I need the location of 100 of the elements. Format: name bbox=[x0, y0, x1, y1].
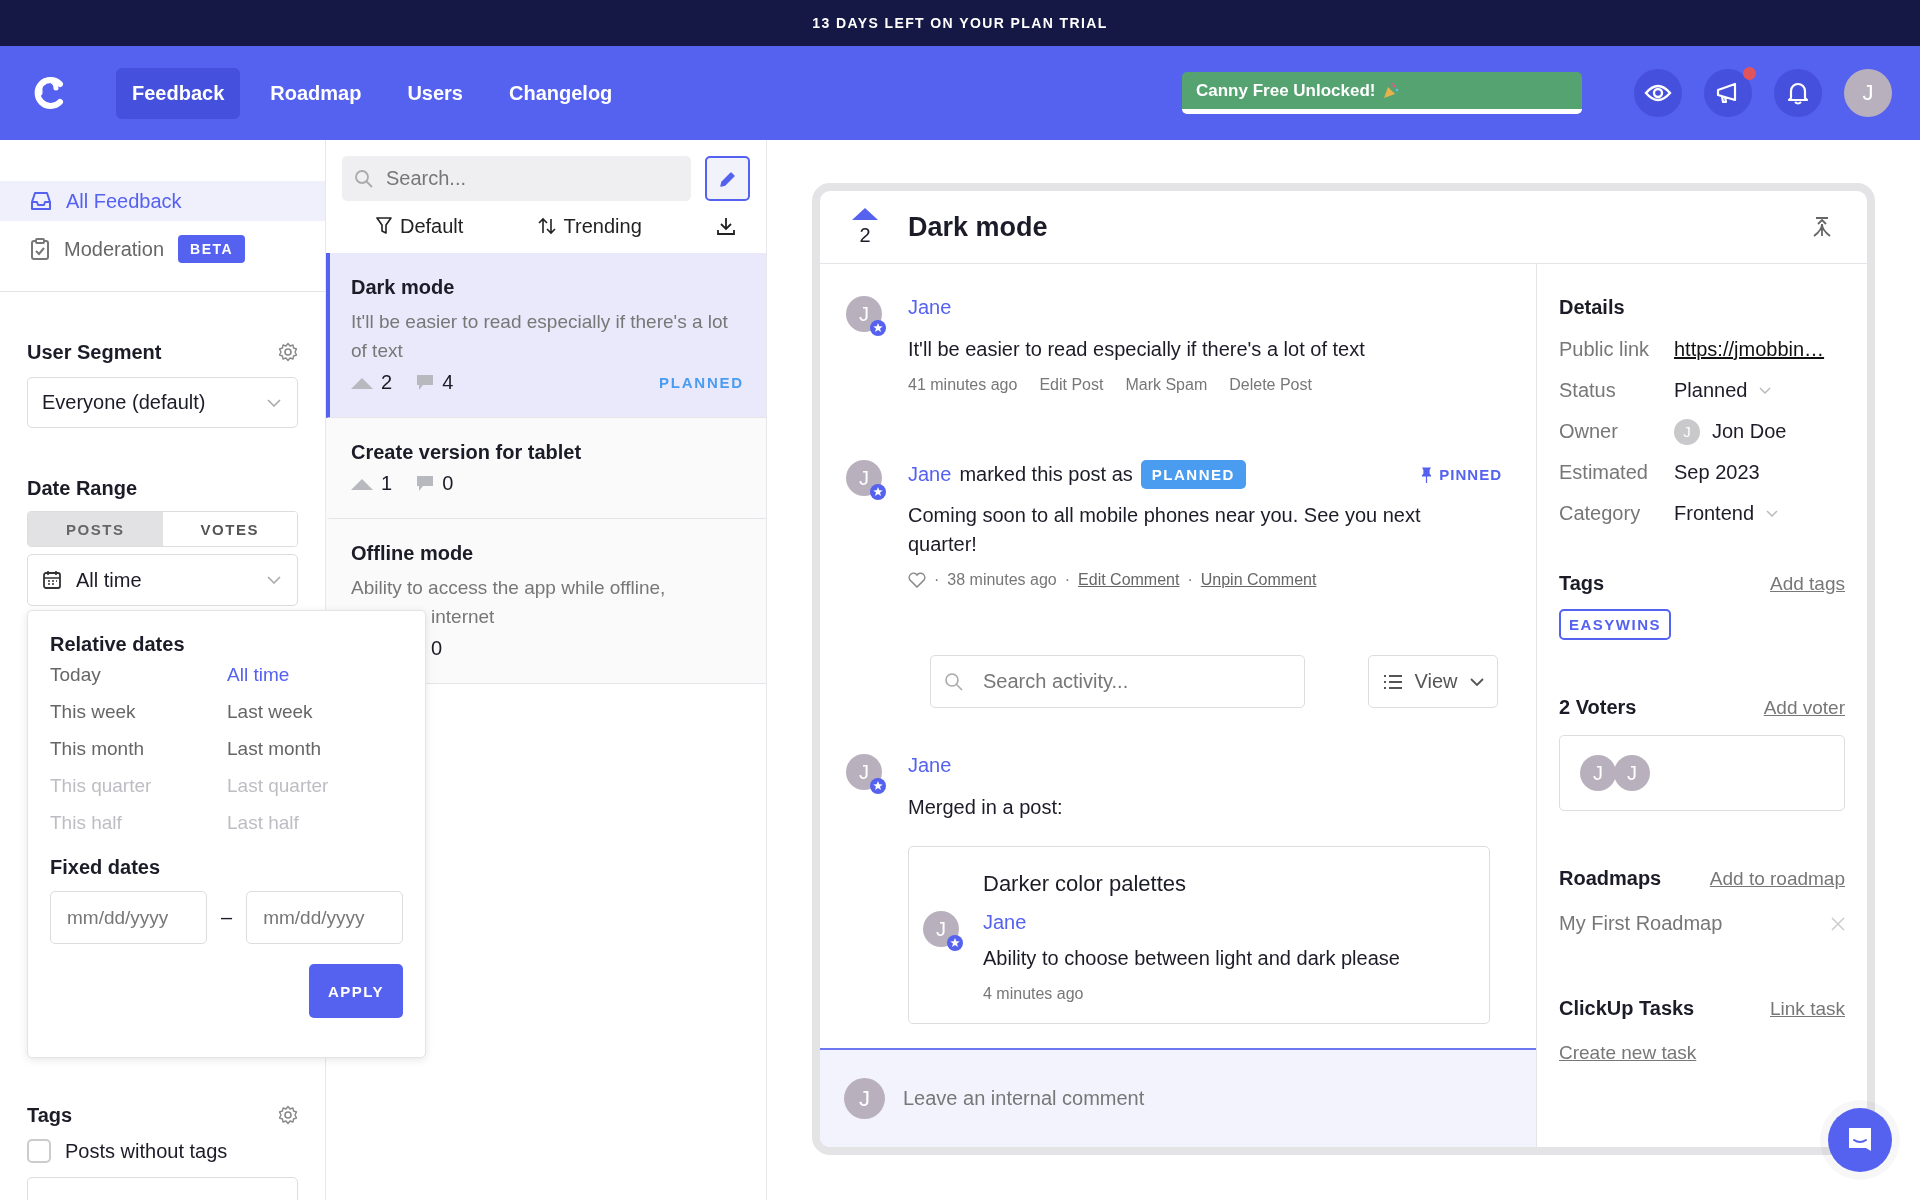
merge-icon[interactable] bbox=[1811, 216, 1833, 238]
star-badge-icon bbox=[947, 935, 963, 951]
add-tags-link[interactable]: Add tags bbox=[1770, 572, 1845, 595]
activity-text: Merged in a post: bbox=[908, 795, 1064, 820]
merged-post-card[interactable]: Darker color palettes J Jane Ability to choose between light and dark please 4 minutes ago bbox=[908, 846, 1490, 1024]
separator: · bbox=[1064, 571, 1071, 589]
link-task-link[interactable]: Link task bbox=[1770, 997, 1845, 1020]
comment-action-link[interactable]: Edit Comment bbox=[1078, 571, 1180, 589]
date-option[interactable]: Last month bbox=[227, 738, 403, 760]
activity-search-field[interactable]: Search activity... bbox=[930, 655, 1305, 708]
post-action-link[interactable]: Mark Spam bbox=[1125, 376, 1208, 394]
start-date-field[interactable]: mm/dd/yyyy bbox=[50, 891, 207, 944]
vote-count: 2 bbox=[381, 371, 393, 394]
checkbox-label: Posts without tags bbox=[65, 1139, 228, 1163]
field-select[interactable]: Frontend bbox=[1674, 502, 1779, 525]
nav-tab[interactable]: Roadmap bbox=[254, 67, 378, 119]
checkbox[interactable] bbox=[27, 1139, 51, 1163]
timestamp: 38 minutes ago bbox=[947, 571, 1057, 589]
status-label: PLANNED bbox=[658, 374, 744, 391]
view-button[interactable]: View bbox=[1368, 655, 1498, 708]
calendar-icon bbox=[42, 570, 62, 590]
post-card[interactable]: Offline mode Ability to access the app while offline, internet 0 bbox=[326, 519, 766, 684]
post-title: Create version for tablet bbox=[351, 441, 583, 464]
author-link[interactable]: Jane bbox=[908, 296, 952, 318]
filter-button[interactable]: Default bbox=[376, 214, 464, 238]
comment-field[interactable]: Leave an internal comment bbox=[901, 1086, 1512, 1111]
comment-icon bbox=[416, 475, 435, 492]
author-link[interactable]: Jane bbox=[908, 463, 952, 486]
end-date-field[interactable]: mm/dd/yyyy bbox=[246, 891, 404, 944]
date-option[interactable]: This month bbox=[50, 738, 227, 760]
owner-name[interactable]: Jon Doe bbox=[1712, 420, 1787, 443]
settings-icon[interactable] bbox=[278, 1105, 298, 1125]
author-link[interactable]: Jane bbox=[908, 754, 952, 776]
search-icon bbox=[944, 671, 964, 692]
star-badge-icon bbox=[870, 778, 886, 794]
search-field[interactable]: Search... bbox=[342, 156, 691, 201]
sidebar-item[interactable]: All Feedback bbox=[0, 181, 325, 221]
sidebar-item-label: All Feedback bbox=[66, 189, 182, 213]
public-link[interactable]: https://jmobbin… bbox=[1674, 338, 1825, 361]
chevron-down-icon bbox=[267, 398, 281, 407]
search-icon bbox=[354, 168, 374, 189]
create-task-link[interactable]: Create new task bbox=[1559, 1042, 1697, 1064]
status-badge: PLANNED bbox=[1140, 460, 1246, 489]
heart-icon[interactable] bbox=[908, 572, 926, 588]
section-title: ClickUp Tasks bbox=[1559, 997, 1695, 1020]
post-body: It'll be easier to read especially if there's a lot of text bbox=[908, 337, 1366, 362]
status-change-text: marked this post as bbox=[959, 463, 1133, 486]
nav-tab[interactable]: Users bbox=[391, 67, 479, 119]
upvote-icon[interactable] bbox=[852, 207, 878, 220]
comment-count: 0 bbox=[431, 637, 443, 660]
megaphone-icon[interactable] bbox=[1704, 69, 1752, 117]
clipboard-icon bbox=[30, 238, 50, 260]
upvote-icon bbox=[351, 477, 373, 490]
field-label: Category bbox=[1559, 502, 1642, 525]
comment-icon bbox=[416, 374, 435, 391]
apply-button[interactable]: APPLY bbox=[309, 964, 403, 1018]
post-title: Offline mode bbox=[351, 542, 475, 565]
vote-count: 1 bbox=[381, 472, 393, 495]
section-title: 2 Voters bbox=[1559, 696, 1637, 719]
add-roadmap-link[interactable]: Add to roadmap bbox=[1709, 867, 1845, 890]
tag-badge[interactable]: EASYWINS bbox=[1559, 609, 1671, 640]
nav-tab[interactable]: Changelog bbox=[493, 67, 629, 119]
sort-button[interactable]: Trending bbox=[537, 214, 642, 238]
section-title: Date Range bbox=[27, 476, 138, 500]
chat-button[interactable] bbox=[1828, 1108, 1892, 1172]
promo-button[interactable]: Canny Free Unlocked! bbox=[1182, 72, 1582, 114]
post-card[interactable]: Dark mode It'll be easier to read especially if there's a lot of text 2 4 PLANNED bbox=[326, 253, 766, 418]
field-label: Public link bbox=[1559, 338, 1651, 361]
author-link[interactable]: Jane bbox=[983, 911, 1027, 933]
star-badge-icon bbox=[870, 484, 886, 500]
avatar: J bbox=[1580, 755, 1616, 791]
post-action-link[interactable]: Delete Post bbox=[1229, 376, 1312, 394]
merged-post-title: Darker color palettes bbox=[983, 871, 1187, 897]
timestamp: 41 minutes ago bbox=[908, 376, 1018, 394]
nav-tab[interactable]: Feedback bbox=[116, 67, 241, 119]
settings-icon[interactable] bbox=[278, 342, 298, 362]
post-description: Ability to access the app while offline, bbox=[351, 576, 667, 600]
field-label: Estimated bbox=[1559, 461, 1649, 484]
add-voter-link[interactable]: Add voter bbox=[1763, 696, 1845, 719]
post-action-link[interactable]: Edit Post bbox=[1039, 376, 1104, 394]
date-option[interactable]: Last week bbox=[227, 701, 403, 723]
download-icon[interactable] bbox=[716, 216, 736, 236]
field-select[interactable]: Planned bbox=[1674, 379, 1772, 402]
eye-icon[interactable] bbox=[1634, 69, 1682, 117]
star-badge-icon bbox=[870, 320, 886, 336]
date-option[interactable]: This week bbox=[50, 701, 227, 723]
date-option[interactable]: Today bbox=[50, 664, 227, 686]
sidebar-item-label: Moderation bbox=[64, 237, 165, 261]
sidebar-item[interactable]: Moderation BETA bbox=[0, 229, 325, 269]
segment-select[interactable]: Everyone (default) bbox=[27, 377, 298, 428]
bell-icon[interactable] bbox=[1774, 69, 1822, 117]
section-title: Roadmaps bbox=[1559, 867, 1662, 890]
segment-toggle[interactable]: POSTS bbox=[28, 512, 163, 546]
date-range-select[interactable]: All time bbox=[27, 554, 298, 606]
avatar: J bbox=[846, 460, 882, 496]
post-card[interactable]: Create version for tablet 1 0 bbox=[326, 418, 766, 519]
comment-action-link[interactable]: Unpin Comment bbox=[1200, 571, 1317, 589]
separator: · bbox=[934, 571, 940, 589]
new-post-button[interactable] bbox=[705, 156, 750, 201]
post-title: Dark mode bbox=[351, 276, 456, 299]
